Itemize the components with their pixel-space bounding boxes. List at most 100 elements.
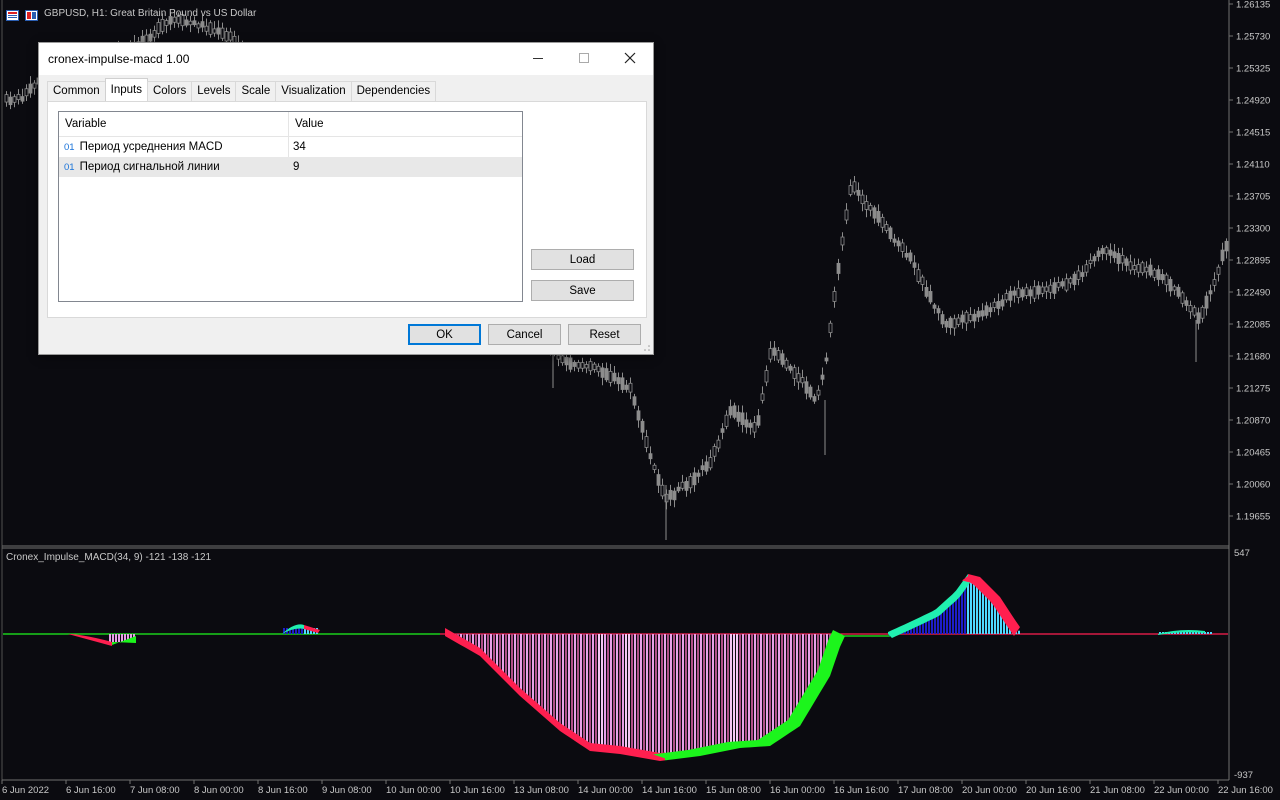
tab-levels[interactable]: Levels xyxy=(191,81,237,101)
table-row[interactable]: 01 Период сигнальной линии 9 xyxy=(59,157,522,177)
candle-body xyxy=(788,365,793,371)
tab-common[interactable]: Common xyxy=(47,81,106,101)
inputs-table: Variable Value 01 Период усреднения MACD … xyxy=(58,111,523,302)
candle-body xyxy=(1084,264,1089,273)
candle-body xyxy=(848,185,853,195)
candle-body xyxy=(1072,273,1077,285)
dialog-titlebar[interactable]: cronex-impulse-macd 1.00 xyxy=(39,43,653,75)
load-button[interactable]: Load xyxy=(531,249,634,270)
tab-inputs[interactable]: Inputs xyxy=(104,78,148,101)
candle-body xyxy=(592,363,597,370)
candle-body xyxy=(16,94,21,100)
resize-grip-icon[interactable] xyxy=(643,344,651,352)
candle-body xyxy=(844,209,849,221)
price-axis-label: 1.23300 xyxy=(1236,224,1270,235)
candle-body xyxy=(220,27,225,39)
candle-body xyxy=(712,446,717,457)
candle-body xyxy=(1216,266,1221,275)
subwindow-axis-top: 547 xyxy=(1234,548,1250,559)
time-axis-label: 14 Jun 16:00 xyxy=(642,785,697,796)
tab-scale[interactable]: Scale xyxy=(235,81,277,101)
candle-body xyxy=(760,393,765,401)
candle-body xyxy=(780,353,785,365)
candle-body xyxy=(628,382,633,393)
candle-body xyxy=(808,386,813,398)
price-axis-label: 1.24110 xyxy=(1236,160,1270,171)
column-header-value[interactable]: Value xyxy=(295,118,324,130)
candle-body xyxy=(660,484,665,497)
candle-body xyxy=(1156,269,1161,280)
chart-window-icon[interactable] xyxy=(6,8,19,21)
candle-body xyxy=(1016,287,1021,298)
price-axis-label: 1.21680 xyxy=(1236,352,1270,363)
dialog-tabs: Common Inputs Colors Levels Scale Visual… xyxy=(47,78,437,101)
candle-body xyxy=(28,83,33,94)
candle-body xyxy=(648,453,653,460)
maximize-icon[interactable] xyxy=(561,43,607,73)
candle-body xyxy=(1064,278,1069,291)
candle-body xyxy=(976,310,981,318)
reset-button[interactable]: Reset xyxy=(568,324,641,345)
tab-colors[interactable]: Colors xyxy=(146,81,193,101)
candle-body xyxy=(1164,274,1169,286)
price-axis-label: 1.24515 xyxy=(1236,128,1270,139)
candle-body xyxy=(832,291,837,302)
candle-body xyxy=(724,414,729,427)
candle-body xyxy=(852,181,857,193)
time-axis-label: 6 Jun 16:00 xyxy=(66,785,116,796)
candle-body xyxy=(1128,261,1133,271)
time-axis-label: 15 Jun 08:00 xyxy=(706,785,761,796)
save-button[interactable]: Save xyxy=(531,280,634,301)
candle-body xyxy=(676,486,681,492)
candle-body xyxy=(816,389,821,396)
minimize-icon[interactable] xyxy=(515,43,561,73)
candle-body xyxy=(640,420,645,433)
subwindow-axis-bottom: -937 xyxy=(1234,770,1253,781)
price-axis-label: 1.20060 xyxy=(1236,480,1270,491)
cancel-button[interactable]: Cancel xyxy=(488,324,561,345)
candle-body xyxy=(668,489,673,500)
candle-body xyxy=(700,465,705,471)
candle-body xyxy=(208,22,213,35)
candle-body xyxy=(1024,287,1029,296)
candle-body xyxy=(688,476,693,489)
candle-body xyxy=(1048,284,1053,293)
value-field[interactable]: 34 xyxy=(293,141,306,153)
candle-body xyxy=(564,357,569,366)
candle-body xyxy=(1076,270,1081,280)
candle-body xyxy=(1008,290,1013,301)
candle-body xyxy=(948,317,953,329)
close-icon[interactable] xyxy=(607,43,653,73)
column-header-variable[interactable]: Variable xyxy=(65,118,106,130)
candle-body xyxy=(1092,256,1097,262)
ok-button[interactable]: OK xyxy=(408,324,481,345)
candle-body xyxy=(596,365,601,373)
candle-body xyxy=(996,301,1001,309)
table-row[interactable]: 01 Период усреднения MACD 34 xyxy=(59,137,522,157)
candle-body xyxy=(1124,258,1129,266)
candle-body xyxy=(576,362,581,369)
candle-body xyxy=(196,23,201,29)
variable-name: Период сигнальной линии xyxy=(79,161,220,173)
candle-body xyxy=(740,412,745,425)
candle-body xyxy=(20,96,25,102)
candle-body xyxy=(776,350,781,361)
value-field[interactable]: 9 xyxy=(293,161,299,173)
candle-body xyxy=(784,359,789,369)
candle-body xyxy=(160,19,165,32)
candle-body xyxy=(756,415,761,426)
candle-body xyxy=(868,205,873,211)
tab-dependencies[interactable]: Dependencies xyxy=(350,81,437,101)
candle-body xyxy=(1040,286,1045,294)
candle-body xyxy=(804,381,809,394)
candle-body xyxy=(1056,282,1061,288)
candle-body xyxy=(704,461,709,472)
price-axis-label: 1.20870 xyxy=(1236,416,1270,427)
candle-body xyxy=(1144,266,1149,273)
tab-visualization[interactable]: Visualization xyxy=(275,81,352,101)
candle-body xyxy=(768,348,773,360)
candle-body xyxy=(624,384,629,390)
int-type-icon: 01 xyxy=(64,162,75,173)
chart-trade-icon[interactable] xyxy=(25,8,38,21)
candle-body xyxy=(732,405,737,418)
